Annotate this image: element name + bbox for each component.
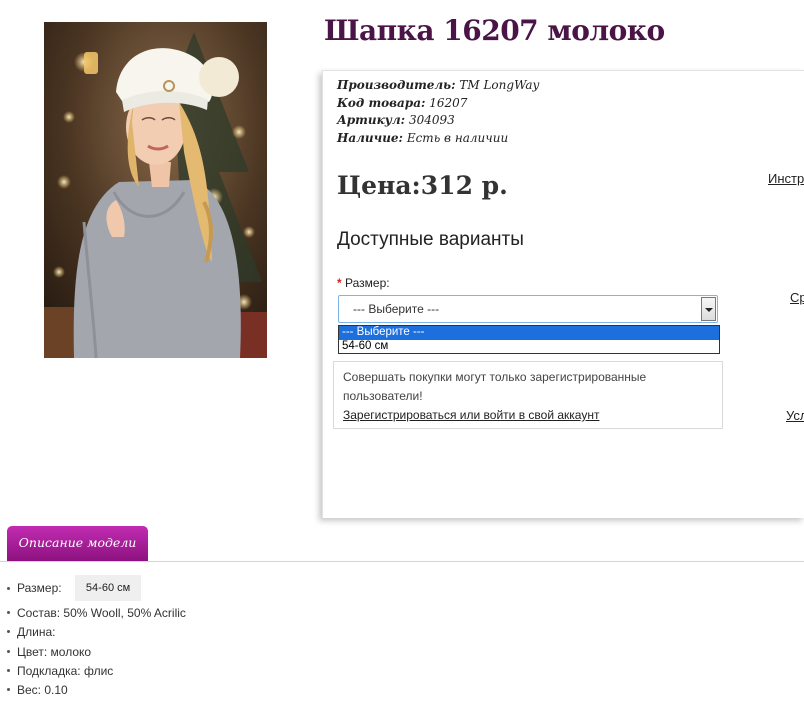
article-row: Артикул: 304093	[337, 112, 539, 130]
spec-lining: Подкладка: флис	[0, 662, 186, 681]
spec-composition-text: Состав: 50% Wooll, 50% Acrilic	[17, 606, 186, 620]
tab-description[interactable]: Описание модели	[7, 526, 148, 561]
product-code-key: Код товара:	[337, 95, 426, 110]
size-label-text: Размер:	[345, 276, 390, 290]
login-notice: Совершать покупки могут только зарегистр…	[333, 361, 723, 429]
spec-weight-text: Вес: 0.10	[17, 683, 68, 698]
article-value: 304093	[408, 113, 455, 127]
product-image[interactable]	[44, 22, 267, 358]
spec-size-row: Размер: 54-60 см	[0, 575, 186, 604]
manufacturer-key: Производитель:	[337, 78, 456, 92]
product-code-row: Код товара: 16207	[337, 95, 539, 113]
bullet-icon	[7, 611, 10, 614]
product-code-value: 16207	[429, 95, 468, 110]
size-dropdown-list[interactable]: --- Выберите --- 54-60 см	[338, 325, 720, 354]
product-info-panel: Производитель: TM LongWay Код товара: 16…	[322, 70, 804, 518]
size-select-value: --- Выберите ---	[353, 302, 440, 316]
product-photo-illustration	[44, 22, 267, 358]
stock-value: Есть в наличии	[406, 130, 509, 145]
spec-color-text: Цвет: молоко	[17, 644, 92, 659]
bullet-icon	[7, 688, 10, 692]
variants-heading: Доступные варианты	[337, 229, 524, 250]
login-register-link[interactable]: Зарегистрироваться или войти в свой акка…	[343, 408, 599, 422]
spec-weight: Вес: 0.10	[0, 681, 186, 700]
size-option-54-60[interactable]: 54-60 см	[339, 340, 719, 354]
spec-length-text: Длина:	[17, 625, 56, 640]
stock-key: Наличие:	[337, 130, 403, 145]
login-notice-text: Совершать покупки могут только зарегистр…	[343, 370, 647, 403]
side-link-sr[interactable]: Ср	[790, 290, 804, 305]
bullet-icon	[7, 668, 10, 672]
spec-color: Цвет: молоко	[0, 643, 186, 662]
spec-size-label: Размер:	[17, 581, 62, 595]
tab-divider	[0, 561, 804, 562]
bullet-icon	[7, 630, 10, 634]
spec-composition: Состав: 50% Wooll, 50% Acrilic	[0, 604, 186, 623]
side-link-usl[interactable]: Усл	[786, 408, 804, 423]
stock-row: Наличие: Есть в наличии	[337, 130, 539, 148]
manufacturer-row: Производитель: TM LongWay	[337, 77, 539, 95]
product-title: Шапка 16207 молоко	[324, 14, 665, 47]
bullet-icon	[7, 587, 10, 590]
spec-lining-text: Подкладка: флис	[17, 663, 114, 678]
spec-length: Длина:	[0, 623, 186, 642]
product-specs-list: Размер: 54-60 см Состав: 50% Wooll, 50% …	[0, 575, 186, 700]
size-option-placeholder[interactable]: --- Выберите ---	[339, 326, 719, 340]
product-meta: Производитель: TM LongWay Код товара: 16…	[337, 77, 539, 147]
manufacturer-value[interactable]: TM LongWay	[459, 78, 539, 92]
instructions-link[interactable]: Инстр	[768, 171, 804, 186]
size-badge[interactable]: 54-60 см	[74, 575, 142, 601]
product-price: Цена:312 р.	[337, 171, 508, 200]
required-marker: *	[337, 276, 342, 290]
bullet-icon	[7, 649, 10, 653]
chevron-down-icon[interactable]	[701, 297, 716, 321]
size-select[interactable]: --- Выберите ---	[338, 295, 718, 323]
size-field-label: * Размер:	[337, 276, 390, 290]
article-key: Артикул:	[337, 113, 406, 127]
